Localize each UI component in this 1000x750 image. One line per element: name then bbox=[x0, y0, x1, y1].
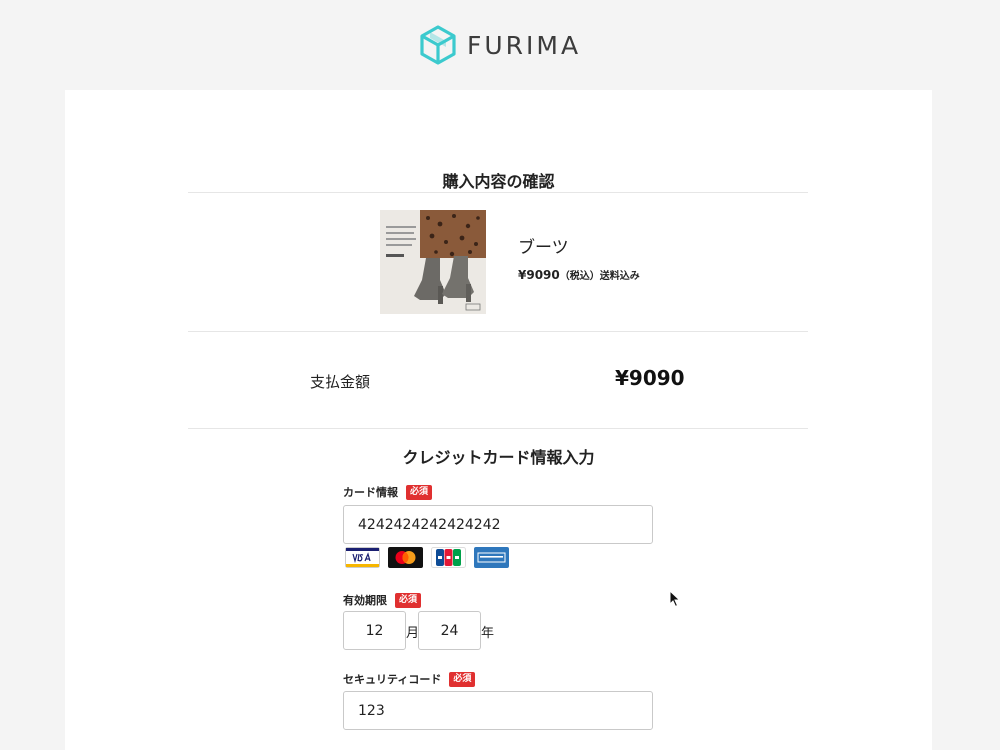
mouse-cursor-icon bbox=[669, 590, 681, 608]
purchase-panel: 購入内容の確認 ブーツ ¥9090（税込）送料込み 支払金額 ¥9090 クレジ… bbox=[65, 90, 932, 750]
jcb-card-icon bbox=[431, 547, 466, 568]
divider bbox=[188, 192, 808, 193]
cube-logo-icon bbox=[420, 25, 456, 65]
expiry-month-value: 12 bbox=[365, 622, 384, 639]
required-badge: 必須 bbox=[395, 592, 422, 608]
brand-logo[interactable]: FURIMA bbox=[419, 25, 581, 65]
expiry-month-input[interactable]: 12 bbox=[343, 611, 406, 650]
confirm-title: 購入内容の確認 bbox=[442, 172, 555, 191]
security-code-label: セキュリティコード 必須 bbox=[343, 671, 476, 687]
amex-card-icon bbox=[474, 547, 509, 568]
expiry-year-input[interactable]: 24 bbox=[418, 611, 481, 650]
card-brand-list bbox=[345, 547, 509, 568]
card-info-label-text: カード情報 bbox=[343, 486, 398, 499]
expiry-year-value: 24 bbox=[440, 622, 459, 639]
item-image[interactable] bbox=[380, 210, 486, 314]
brand-name: FURIMA bbox=[466, 30, 582, 60]
security-code-value: 123 bbox=[358, 702, 385, 719]
boots-product-photo bbox=[380, 210, 486, 314]
payment-amount: ¥9090 bbox=[615, 366, 685, 390]
visa-card-icon bbox=[345, 547, 380, 568]
mastercard-icon bbox=[388, 547, 423, 568]
security-code-label-text: セキュリティコード bbox=[343, 673, 442, 686]
item-price: ¥9090（税込）送料込み bbox=[518, 267, 640, 282]
card-number-value: 4242424242424242 bbox=[358, 516, 501, 533]
payment-label: 支払金額 bbox=[310, 373, 371, 391]
item-price-note: （税込）送料込み bbox=[559, 271, 640, 282]
site-header: FURIMA bbox=[0, 0, 1000, 90]
item-price-value: ¥9090 bbox=[518, 268, 560, 282]
divider bbox=[188, 428, 808, 429]
item-name: ブーツ bbox=[518, 238, 569, 258]
required-badge: 必須 bbox=[406, 484, 433, 500]
card-info-label: カード情報 必須 bbox=[343, 484, 433, 500]
required-badge: 必須 bbox=[449, 671, 476, 687]
expiry-label-text: 有効期限 bbox=[343, 594, 387, 607]
expiry-label: 有効期限 必須 bbox=[343, 592, 422, 608]
year-unit: 年 bbox=[481, 626, 495, 641]
card-number-input[interactable]: 4242424242424242 bbox=[343, 505, 653, 544]
security-code-input[interactable]: 123 bbox=[343, 691, 653, 730]
card-form-title: クレジットカード情報入力 bbox=[402, 448, 595, 467]
divider bbox=[188, 331, 808, 332]
